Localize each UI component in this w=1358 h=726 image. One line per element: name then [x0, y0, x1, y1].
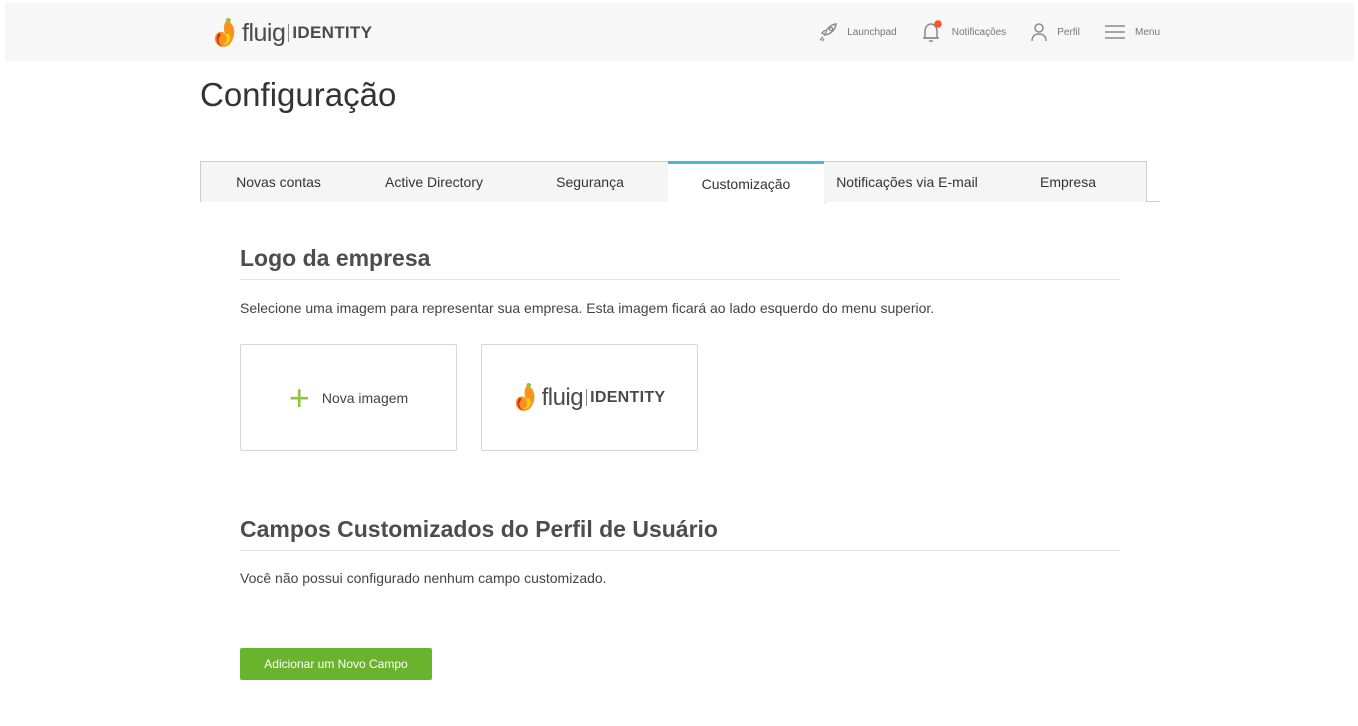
nav-menu-label: Menu — [1134, 26, 1160, 38]
bell-icon — [922, 20, 942, 42]
nav-menu[interactable]: Menu — [1104, 24, 1160, 40]
current-logo-card[interactable]: fluig IDENTITY — [481, 344, 698, 451]
tab-customizacao[interactable]: Customização — [668, 161, 825, 203]
notification-dot — [933, 20, 942, 28]
hamburger-icon — [1104, 25, 1125, 39]
brand-logo[interactable]: fluig IDENTITY — [213, 15, 372, 51]
brand-name: fluig — [242, 18, 286, 47]
nav-launchpad[interactable]: Launchpad — [818, 22, 897, 42]
page-title: Configuração — [200, 76, 397, 113]
new-image-card[interactable]: + Nova imagem — [240, 344, 457, 451]
current-logo-name: fluig — [541, 383, 584, 411]
custom-fields-title: Campos Customizados do Perfil de Usuário — [240, 516, 718, 542]
logo-section-divider — [240, 279, 1120, 280]
tab-novas-contas[interactable]: Novas contas — [200, 161, 357, 202]
brand-product: IDENTITY — [292, 23, 373, 42]
custom-fields-empty-message: Você não possui configurado nenhum campo… — [240, 570, 607, 586]
tab-active-directory[interactable]: Active Directory — [356, 161, 513, 202]
current-logo-product: IDENTITY — [590, 388, 666, 406]
current-logo-divider — [586, 389, 588, 406]
tab-notificacoes-email[interactable]: Notificações via E-mail — [824, 161, 991, 202]
top-nav: Launchpad Notificações Perfil Menu — [794, 3, 1160, 61]
new-image-label: Nova imagem — [321, 389, 409, 406]
logo-section-title: Logo da empresa — [240, 245, 431, 271]
top-bar: fluig IDENTITY Launchpad Notificações Pe… — [5, 3, 1354, 61]
nav-profile[interactable]: Perfil — [1030, 22, 1080, 42]
rocket-icon — [819, 23, 838, 42]
nav-notifications[interactable]: Notificações — [921, 20, 1006, 44]
current-logo: fluig IDENTITY — [514, 382, 666, 413]
fluig-logo-icon — [214, 17, 235, 47]
settings-tabs: Novas contas Active Directory Segurança … — [200, 161, 1160, 203]
user-icon — [1031, 23, 1047, 42]
nav-launchpad-label: Launchpad — [847, 26, 897, 38]
brand-divider — [288, 24, 290, 42]
nav-profile-label: Perfil — [1057, 26, 1080, 38]
fluig-logo-icon — [515, 383, 535, 411]
custom-fields-divider — [240, 550, 1120, 551]
logo-section-description: Selecione uma imagem para representar su… — [240, 300, 935, 316]
plus-icon: + — [288, 376, 310, 418]
tab-empresa[interactable]: Empresa — [990, 161, 1147, 202]
nav-notifications-label: Notificações — [951, 26, 1007, 38]
tab-seguranca[interactable]: Segurança — [512, 161, 669, 202]
add-new-field-button[interactable]: Adicionar um Novo Campo — [240, 648, 432, 680]
